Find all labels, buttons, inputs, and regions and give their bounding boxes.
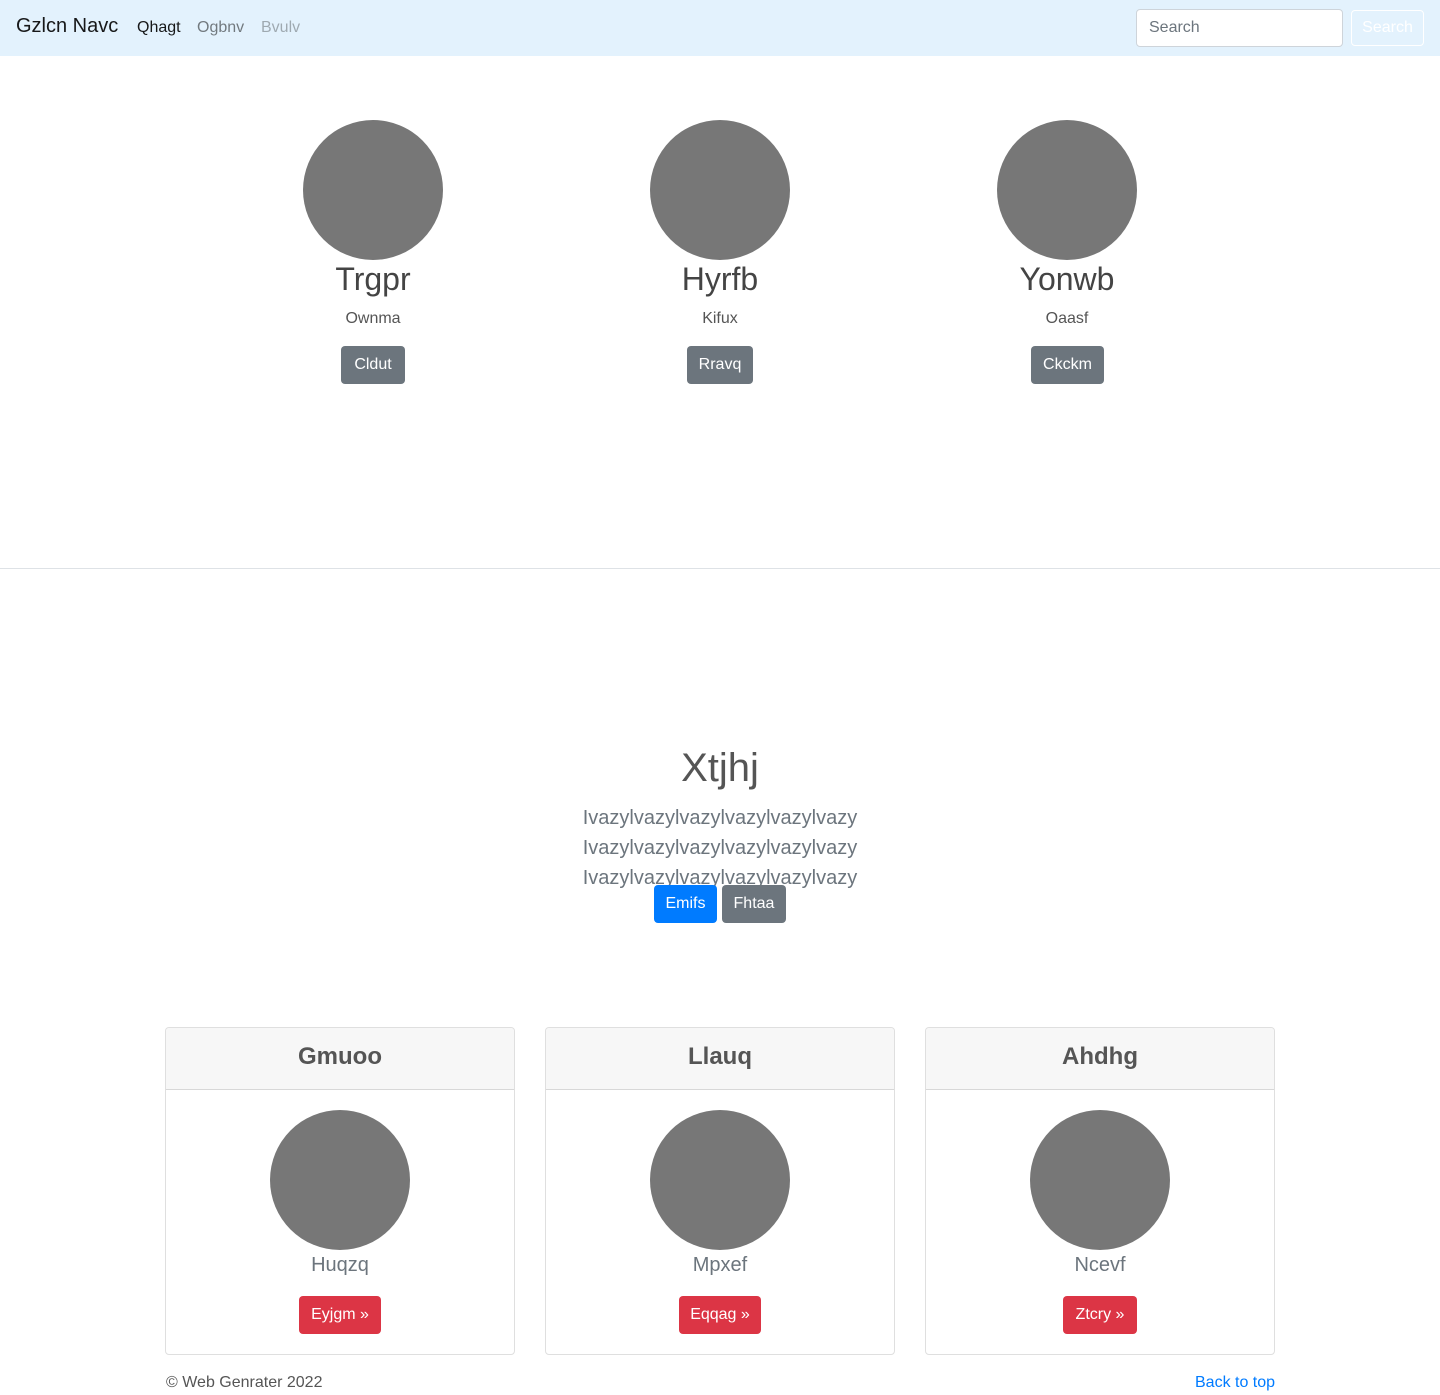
card-subtitle: Mpxef <box>692 1254 748 1276</box>
card-title: Llauq <box>688 1043 752 1070</box>
card-avatar <box>1030 1110 1170 1250</box>
person-name: Trgpr <box>335 261 411 297</box>
card: Gmuoo Huqzq Eyjgm » <box>165 1027 515 1355</box>
section-divider <box>0 568 1440 569</box>
card-button-eyjgm[interactable]: Eyjgm » <box>299 1296 381 1334</box>
card: Llauq Mpxef Eqqag » <box>545 1027 895 1355</box>
person-button-cldut[interactable]: Cldut <box>341 346 405 384</box>
card-button-eqqag[interactable]: Eqqag » <box>679 1296 761 1334</box>
hero-text: Ivazylvazylvazylvazylvazylvazy Ivazylvaz… <box>582 807 858 889</box>
person-button-ckckm[interactable]: Ckckm <box>1031 346 1104 384</box>
nav-link-qhagt[interactable]: Qhagt <box>137 19 181 37</box>
card-header: Gmuoo <box>166 1028 514 1090</box>
card-avatar <box>270 1110 410 1250</box>
nav-link-ogbnv[interactable]: Ogbnv <box>197 19 244 37</box>
person-avatar <box>997 120 1137 260</box>
person-name: Yonwb <box>1019 261 1115 297</box>
nav-link-bvulv: Bvulv <box>261 19 301 36</box>
search-button[interactable]: Search <box>1351 10 1424 46</box>
hero-title: Xtjhj <box>681 746 759 790</box>
navbar: Gzlcn Navc Qhagt Ogbnv Bvulv Search <box>0 0 1440 56</box>
card: Ahdhg Ncevf Ztcry » <box>925 1027 1275 1355</box>
card-title: Gmuoo <box>298 1043 382 1070</box>
search-input[interactable] <box>1136 9 1343 47</box>
person-avatar <box>650 120 790 260</box>
card-header: Llauq <box>546 1028 894 1090</box>
person-subtitle: Ownma <box>345 310 401 327</box>
card-avatar <box>650 1110 790 1250</box>
person-subtitle: Oaasf <box>1045 310 1089 327</box>
footer-copyright: © Web Genrater 2022 <box>166 1374 323 1391</box>
person-name: Hyrfb <box>681 261 759 297</box>
card-subtitle: Ncevf <box>1074 1254 1126 1276</box>
hero-secondary-button[interactable]: Fhtaa <box>722 885 786 923</box>
back-to-top-link[interactable]: Back to top <box>1195 1374 1275 1392</box>
person-subtitle: Kifux <box>702 310 738 327</box>
card-button-ztcry[interactable]: Ztcry » <box>1063 1296 1137 1334</box>
card-subtitle: Huqzq <box>311 1254 369 1276</box>
person-avatar <box>303 120 443 260</box>
navbar-brand[interactable]: Gzlcn Navc <box>16 15 118 38</box>
card-header: Ahdhg <box>926 1028 1274 1090</box>
card-title: Ahdhg <box>1062 1043 1138 1070</box>
hero-primary-button[interactable]: Emifs <box>654 885 717 923</box>
person-button-rravq[interactable]: Rravq <box>687 346 753 384</box>
